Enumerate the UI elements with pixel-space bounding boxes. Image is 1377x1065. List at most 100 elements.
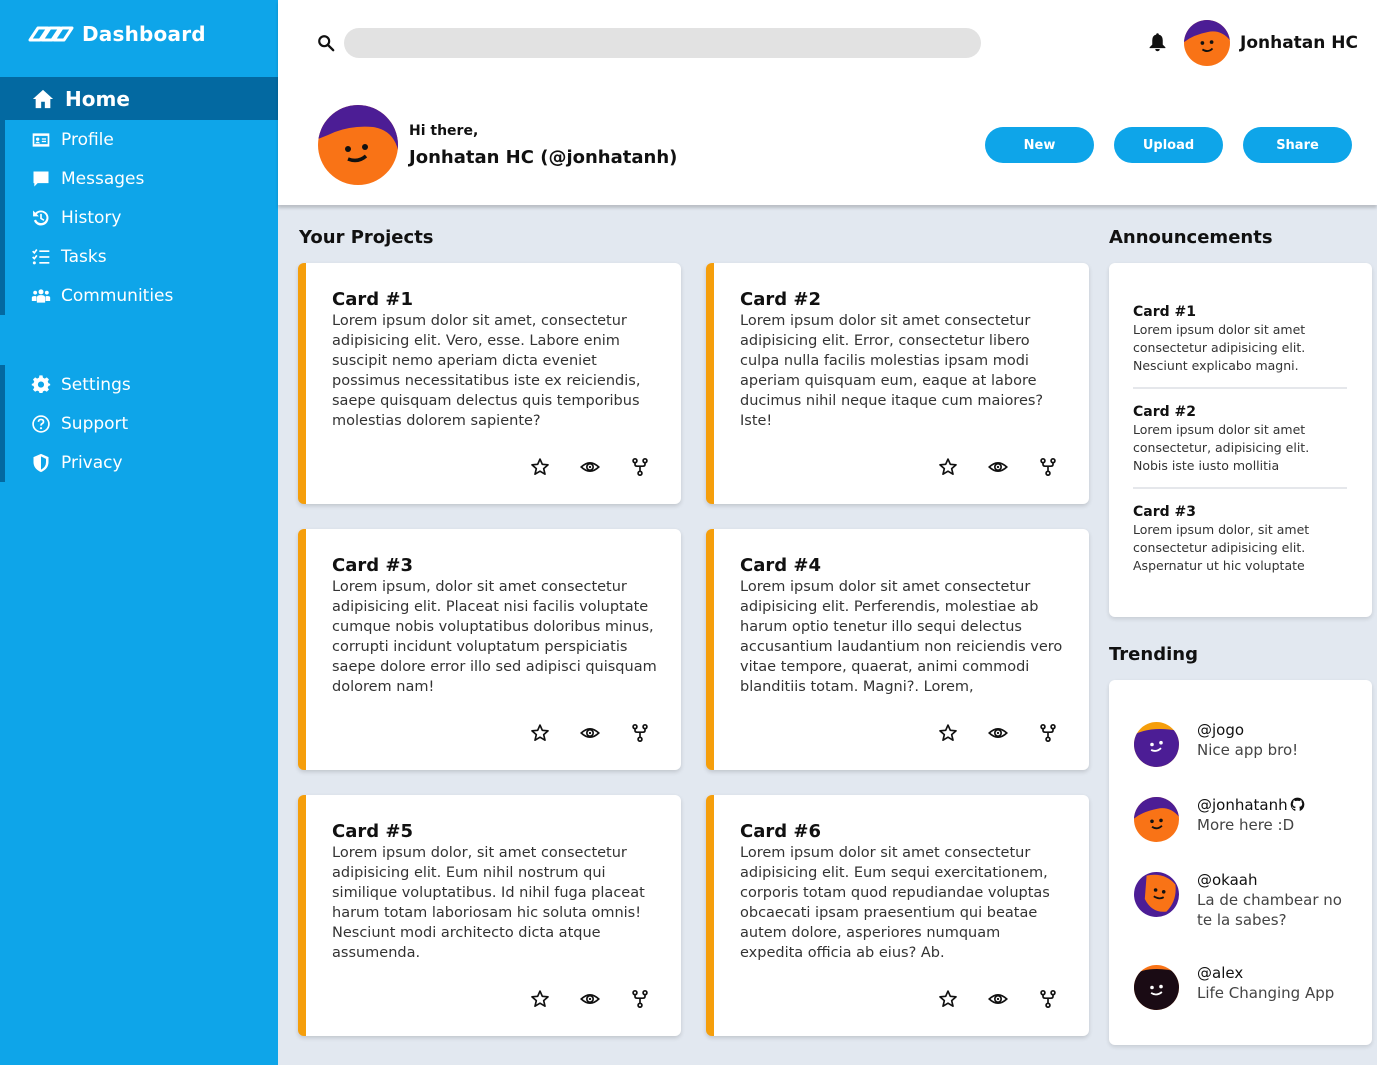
card-text: Lorem ipsum dolor sit amet consectetur a…	[740, 579, 1063, 695]
card-title: Card #5	[332, 821, 413, 842]
profile-full-name: Jonhatan HC (@jonhatanh)	[409, 147, 678, 168]
announcement-text: Lorem ipsum dolor sit amet consectetur a…	[1133, 322, 1306, 373]
star-icon[interactable]	[529, 988, 551, 1010]
sidebar-item-label: Tasks	[61, 246, 107, 267]
main-nav: Home Profile Messages History Tasks Comm…	[0, 77, 278, 315]
fork-icon[interactable]	[629, 456, 651, 478]
trending-text: Nice app bro!	[1197, 741, 1299, 759]
trending-handle[interactable]: @alex	[1197, 963, 1357, 983]
avatar[interactable]	[1134, 872, 1179, 917]
avatar-face-icon	[1134, 797, 1179, 842]
eye-icon[interactable]	[579, 456, 601, 478]
fork-icon[interactable]	[629, 722, 651, 744]
profile-avatar	[318, 105, 398, 185]
avatar-face-icon	[1134, 872, 1179, 917]
trending-text: More here :D	[1197, 816, 1295, 834]
sidebar-item-label: Support	[61, 413, 129, 434]
home-icon	[32, 89, 54, 108]
sidebar-item-label: Settings	[61, 374, 131, 395]
avatar-face-icon	[1134, 722, 1179, 767]
trending-item[interactable]: @alex Life Changing App	[1134, 963, 1357, 1010]
fork-icon[interactable]	[1037, 722, 1059, 744]
announcements-title: Announcements	[1109, 227, 1273, 248]
new-button[interactable]: New	[985, 127, 1094, 163]
card-actions	[937, 456, 1059, 478]
upload-button[interactable]: Upload	[1114, 127, 1223, 163]
fork-icon[interactable]	[1037, 456, 1059, 478]
sidebar-item-support[interactable]: Support	[5, 404, 278, 443]
card-text: Lorem ipsum dolor sit amet consectetur a…	[740, 845, 1050, 961]
sidebar-item-label: Messages	[61, 168, 145, 189]
eye-icon[interactable]	[987, 456, 1009, 478]
sidebar-item-messages[interactable]: Messages	[5, 159, 278, 198]
trending-item[interactable]: @okaah La de chambear no te la sabes?	[1134, 870, 1357, 930]
message-icon	[33, 171, 49, 186]
project-card: Card #1 Lorem ipsum dolor sit amet, cons…	[298, 263, 681, 504]
secondary-nav: Settings Support Privacy	[0, 365, 278, 482]
card-title: Card #6	[740, 821, 821, 842]
fork-icon[interactable]	[629, 988, 651, 1010]
shield-icon	[33, 453, 49, 472]
trending-text: La de chambear no te la sabes?	[1197, 891, 1342, 929]
card-text: Lorem ipsum dolor, sit amet consectetur …	[332, 845, 645, 961]
trending-item[interactable]: @jogo Nice app bro!	[1134, 720, 1357, 767]
project-card: Card #6 Lorem ipsum dolor sit amet conse…	[706, 795, 1089, 1036]
id-card-icon	[32, 132, 50, 147]
card-actions	[529, 722, 651, 744]
card-text: Lorem ipsum, dolor sit amet consectetur …	[332, 579, 657, 695]
project-card: Card #3 Lorem ipsum, dolor sit amet cons…	[298, 529, 681, 770]
share-button[interactable]: Share	[1243, 127, 1352, 163]
eye-icon[interactable]	[579, 722, 601, 744]
sidebar-item-home[interactable]: Home	[0, 77, 278, 120]
github-icon[interactable]	[1290, 797, 1305, 812]
project-card: Card #5 Lorem ipsum dolor, sit amet cons…	[298, 795, 681, 1036]
project-card: Card #4 Lorem ipsum dolor sit amet conse…	[706, 529, 1089, 770]
avatar[interactable]	[1134, 722, 1179, 767]
avatar[interactable]	[1134, 797, 1179, 842]
project-card: Card #2 Lorem ipsum dolor sit amet conse…	[706, 263, 1089, 504]
fork-icon[interactable]	[1037, 988, 1059, 1010]
sidebar-item-settings[interactable]: Settings	[5, 365, 278, 404]
bell-icon[interactable]	[1147, 31, 1168, 53]
tasks-icon	[32, 248, 50, 264]
user-name[interactable]: Jonhatan HC	[1240, 33, 1358, 53]
trending-text: Life Changing App	[1197, 984, 1335, 1002]
avatar[interactable]	[1184, 20, 1230, 66]
sidebar-item-profile[interactable]: Profile	[5, 120, 278, 159]
search-icon[interactable]	[317, 34, 335, 52]
announcement-item[interactable]: Card #1 Lorem ipsum dolor sit amet conse…	[1133, 303, 1347, 389]
sidebar-item-communities[interactable]: Communities	[5, 276, 278, 315]
card-text: Lorem ipsum dolor sit amet, consectetur …	[332, 313, 641, 429]
trending-item[interactable]: @jonhatanh More here :D	[1134, 795, 1357, 842]
card-actions	[937, 988, 1059, 1010]
star-icon[interactable]	[529, 722, 551, 744]
eye-icon[interactable]	[987, 988, 1009, 1010]
card-title: Card #1	[332, 289, 413, 310]
header: Jonhatan HC Hi there, Jonhatan HC (@jonh…	[278, 0, 1377, 205]
trending-handle[interactable]: @jogo	[1197, 720, 1357, 740]
sidebar-item-label: Privacy	[61, 452, 123, 473]
sidebar-item-label: History	[61, 207, 122, 228]
card-actions	[937, 722, 1059, 744]
announcement-item[interactable]: Card #2 Lorem ipsum dolor sit amet conse…	[1133, 403, 1347, 489]
gear-icon	[31, 374, 51, 393]
star-icon[interactable]	[937, 988, 959, 1010]
avatar[interactable]	[1134, 965, 1179, 1010]
sidebar-item-history[interactable]: History	[5, 198, 278, 237]
star-icon[interactable]	[937, 722, 959, 744]
trending-handle[interactable]: @okaah	[1197, 870, 1357, 890]
trending-handle[interactable]: @jonhatanh	[1197, 795, 1357, 815]
star-icon[interactable]	[529, 456, 551, 478]
sidebar: Dashboard Home Profile Messages History …	[0, 0, 278, 1065]
star-icon[interactable]	[937, 456, 959, 478]
announcement-title: Card #1	[1133, 304, 1196, 320]
announcement-item[interactable]: Card #3 Lorem ipsum dolor, sit amet cons…	[1133, 503, 1347, 587]
brand[interactable]: Dashboard	[0, 0, 278, 68]
search-input[interactable]	[344, 28, 981, 58]
sidebar-item-tasks[interactable]: Tasks	[5, 237, 278, 276]
question-icon	[32, 414, 50, 433]
sidebar-item-privacy[interactable]: Privacy	[5, 443, 278, 482]
card-actions	[529, 988, 651, 1010]
eye-icon[interactable]	[987, 722, 1009, 744]
eye-icon[interactable]	[579, 988, 601, 1010]
